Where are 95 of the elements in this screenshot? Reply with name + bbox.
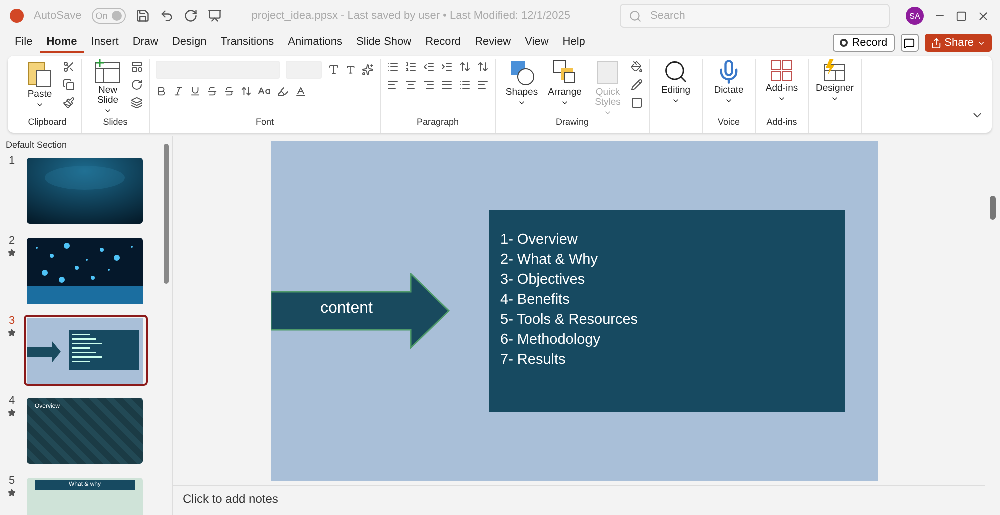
increase-font-icon[interactable]: [328, 64, 340, 76]
slide-number: 3: [8, 315, 16, 327]
numbering-icon[interactable]: [405, 61, 417, 73]
menu-tab[interactable]: Record: [418, 33, 468, 53]
ribbon-button[interactable]: Arrange: [545, 59, 585, 107]
align-right-icon[interactable]: [423, 79, 435, 91]
agenda-item: 7- Results: [500, 352, 567, 368]
indent-decrease-icon[interactable]: [423, 61, 435, 73]
menu-tab[interactable]: Draw: [126, 33, 166, 53]
share-icon: [930, 38, 942, 48]
bold-icon[interactable]: [156, 86, 167, 97]
autosave-label: AutoSave: [34, 10, 82, 22]
record-icon: [840, 39, 848, 47]
group-label: Voice: [716, 117, 742, 129]
ribbon-button[interactable]: Dictate: [709, 59, 749, 105]
fill-icon[interactable]: [631, 61, 643, 73]
layout-icon[interactable]: [131, 61, 143, 73]
arrow-label: content: [320, 300, 373, 318]
spacing-icon[interactable]: [241, 86, 252, 97]
shapes-icon: [509, 59, 535, 87]
menu-tab[interactable]: Animations: [281, 33, 350, 53]
align-left-icon[interactable]: [387, 79, 399, 91]
group-label: Font: [254, 117, 275, 129]
menu-tab[interactable]: Help: [556, 33, 592, 53]
scrollbar-thumb[interactable]: [990, 196, 996, 220]
maximize-icon[interactable]: [956, 10, 967, 22]
section-icon[interactable]: [131, 97, 143, 109]
comments-button[interactable]: [900, 34, 919, 52]
menu-tab[interactable]: File: [8, 33, 40, 53]
menu-tab[interactable]: Review: [468, 33, 518, 53]
text-direction-icon[interactable]: [477, 61, 489, 73]
search-icon: [629, 10, 642, 22]
justify-icon[interactable]: [441, 79, 453, 91]
underline-icon[interactable]: [190, 86, 201, 97]
align-center-icon[interactable]: [405, 79, 417, 91]
ribbon-button[interactable]: New Slide: [88, 59, 128, 115]
agenda-item: 5- Tools & Resources: [500, 312, 640, 328]
agenda-item: 3- Objectives: [500, 272, 586, 288]
user-avatar[interactable]: SA: [906, 7, 924, 25]
section-header[interactable]: Default Section: [6, 140, 160, 150]
notes-field[interactable]: Click to add notes: [173, 485, 985, 515]
quick-styles-icon: [595, 59, 621, 87]
ribbon-button[interactable]: Paste: [20, 59, 60, 109]
redo-icon[interactable]: [184, 9, 198, 23]
slide-number: 5: [8, 475, 16, 487]
designer-icon: [822, 59, 848, 83]
agenda-item: 2- What & Why: [500, 252, 599, 268]
font-color-icon[interactable]: [295, 86, 307, 98]
presentation-icon[interactable]: [208, 9, 222, 23]
search-icon: [663, 59, 689, 85]
menu-tab[interactable]: Transitions: [214, 33, 282, 53]
agenda-item: 1- Overview: [500, 232, 579, 248]
scrollbar-thumb[interactable]: [164, 144, 168, 284]
cut-icon[interactable]: [63, 61, 75, 73]
effects-icon[interactable]: [631, 97, 643, 109]
close-icon[interactable]: [977, 10, 990, 22]
ribbon-button[interactable]: Add-ins: [762, 59, 802, 103]
group-label: Clipboard: [27, 117, 68, 129]
align-text-icon[interactable]: [477, 79, 489, 91]
ribbon-button[interactable]: Designer: [815, 59, 855, 103]
record-button[interactable]: Record: [833, 34, 895, 52]
grid-icon: [770, 59, 794, 83]
group-label: Paragraph: [416, 117, 460, 129]
save-icon[interactable]: [136, 9, 150, 23]
new-slide-icon: [94, 59, 122, 85]
menu-tab[interactable]: Home: [40, 33, 84, 53]
ribbon-button[interactable]: Shapes: [502, 59, 542, 107]
slide-number: 4: [8, 395, 16, 407]
group-label: Slides: [102, 117, 129, 129]
slide-number: 1: [8, 155, 16, 167]
highlighter-icon[interactable]: [277, 86, 289, 98]
menu-tab[interactable]: View: [518, 33, 556, 53]
slide-number: 2: [8, 235, 16, 247]
reset-icon[interactable]: [131, 79, 143, 91]
agenda-item: 4- Benefits: [500, 292, 571, 308]
menu-tab[interactable]: Insert: [84, 33, 126, 53]
strikethrough-icon[interactable]: [224, 86, 235, 97]
ribbon-button[interactable]: Editing: [656, 59, 696, 105]
comment-icon: [904, 38, 916, 48]
line-spacing-icon[interactable]: [459, 61, 471, 73]
format-painter-icon[interactable]: [63, 97, 75, 109]
agenda-item: 6- Methodology: [500, 332, 602, 348]
menu-tab[interactable]: Design: [165, 33, 214, 53]
share-button[interactable]: Share: [924, 34, 992, 52]
clear-format-icon[interactable]: [362, 64, 374, 76]
outline-icon[interactable]: [631, 79, 643, 91]
app-logo: [10, 9, 24, 23]
menu-tab[interactable]: Slide Show: [350, 33, 419, 53]
decrease-font-icon[interactable]: [346, 65, 356, 75]
undo-icon[interactable]: [160, 9, 174, 23]
italic-icon[interactable]: [173, 86, 184, 97]
group-label: Add-ins: [766, 117, 798, 129]
indent-increase-icon[interactable]: [441, 61, 453, 73]
copy-icon[interactable]: [63, 79, 75, 91]
group-label: Drawing: [554, 117, 590, 129]
